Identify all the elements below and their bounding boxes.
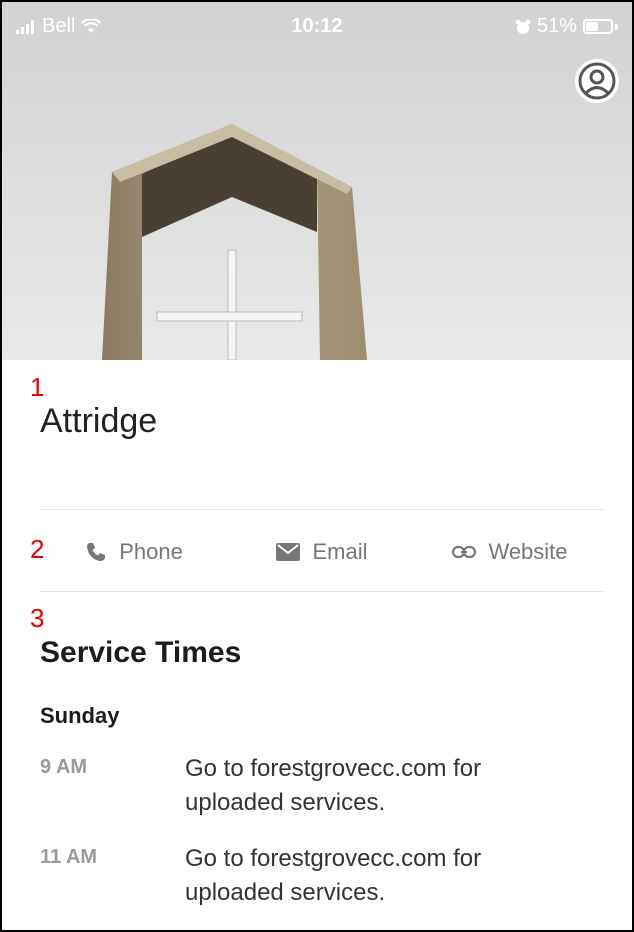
user-profile-icon [575, 59, 619, 103]
account-button[interactable] [574, 58, 620, 104]
battery-percent: 51% [536, 15, 577, 37]
phone-icon [87, 543, 106, 561]
website-button[interactable]: Website [416, 530, 604, 574]
battery-icon [583, 19, 613, 34]
church-name: Attridge [40, 402, 158, 440]
phone-label: Phone [119, 539, 183, 564]
service-description: Go to forestgrovecc.com for uploaded ser… [185, 755, 482, 816]
hero-image [2, 2, 632, 360]
status-right: 51% [515, 15, 618, 38]
link-icon [452, 545, 477, 559]
service-description: Go to forestgrovecc.com for uploaded ser… [185, 845, 482, 906]
service-time: 11 AM [40, 846, 98, 868]
contact-actions: Phone Email Website [40, 530, 604, 574]
email-button[interactable]: Email [228, 530, 416, 574]
phone-button[interactable]: Phone [40, 530, 228, 574]
service-time: 9 AM [40, 756, 88, 778]
battery-level [586, 22, 598, 31]
divider-bottom [40, 591, 604, 592]
divider-top [40, 509, 604, 510]
day-heading: Sunday [40, 703, 120, 728]
email-label: Email [312, 539, 368, 564]
status-bar: Bell 10:12 51% [2, 2, 632, 52]
service-row: 9 AM Go to forestgrovecc.com for uploade… [40, 752, 600, 820]
email-icon [276, 543, 301, 561]
website-label: Website [488, 539, 568, 564]
service-row: 11 AM Go to forestgrovecc.com for upload… [40, 842, 600, 910]
battery-tip [615, 23, 618, 30]
annotation-marker-1: 1 [30, 372, 45, 402]
annotation-marker-3: 3 [30, 603, 45, 633]
service-times-heading: Service Times [40, 636, 242, 669]
alarm-icon [515, 19, 531, 34]
